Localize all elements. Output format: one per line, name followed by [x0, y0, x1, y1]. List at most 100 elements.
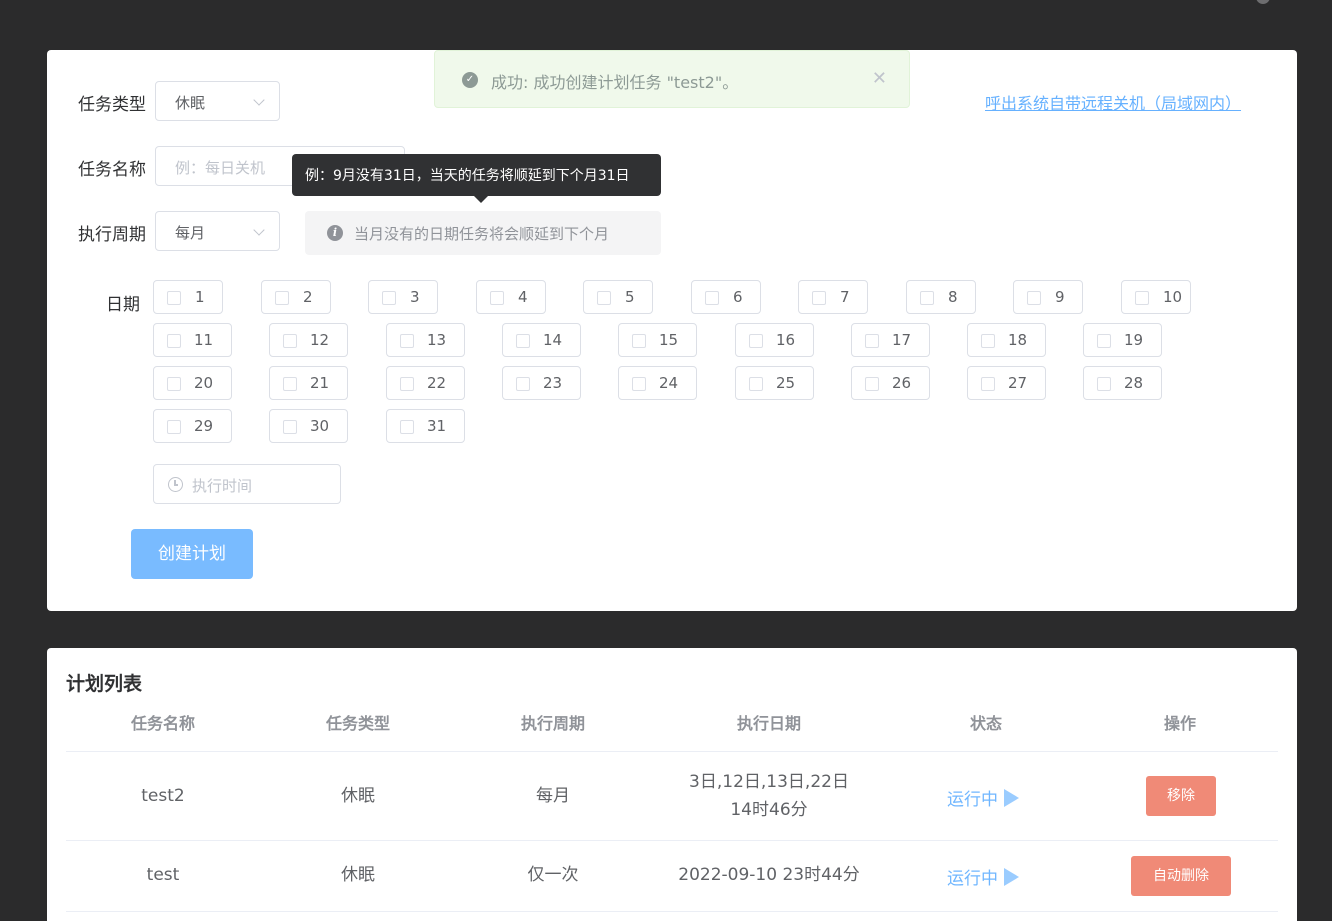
checkbox-square[interactable]: [516, 377, 530, 391]
checkbox-square[interactable]: [167, 334, 181, 348]
checkbox-square[interactable]: [749, 334, 763, 348]
plan-list-title: 计划列表: [66, 673, 143, 695]
date-checkbox-6[interactable]: 6: [691, 280, 761, 314]
date-checkbox-label: 23: [543, 374, 563, 392]
window-control-icon[interactable]: [1256, 0, 1270, 4]
date-checkbox-16[interactable]: 16: [735, 323, 814, 357]
date-checkbox-label: 12: [310, 331, 330, 349]
checkbox-square[interactable]: [1135, 291, 1149, 305]
task-name-placeholder: 例：每日关机: [175, 159, 266, 177]
checkbox-square[interactable]: [920, 291, 934, 305]
info-icon: i: [327, 225, 343, 241]
checkbox-square[interactable]: [490, 291, 504, 305]
period-select[interactable]: 每月: [155, 211, 280, 251]
cell-exec-date-days: 3日,12日,13日,22日: [689, 772, 849, 792]
date-checkbox-11[interactable]: 11: [153, 323, 232, 357]
date-checkbox-21[interactable]: 21: [269, 366, 348, 400]
date-checkbox-26[interactable]: 26: [851, 366, 930, 400]
cell-period: 仅一次: [527, 865, 579, 885]
checkbox-square[interactable]: [400, 420, 414, 434]
checkbox-square[interactable]: [632, 377, 646, 391]
checkbox-square[interactable]: [382, 291, 396, 305]
cell-task-type: 休眠: [341, 865, 375, 885]
checkbox-square[interactable]: [275, 291, 289, 305]
date-checkbox-label: 10: [1163, 288, 1183, 306]
date-checkbox-9[interactable]: 9: [1013, 280, 1083, 314]
success-message: ✓ 成功: 成功创建计划任务 "test2"。 ✕: [434, 50, 910, 108]
checkbox-square[interactable]: [167, 420, 181, 434]
date-checkbox-2[interactable]: 2: [261, 280, 331, 314]
date-checkbox-label: 4: [518, 288, 528, 306]
checkbox-square[interactable]: [981, 377, 995, 391]
create-plan-button[interactable]: 创建计划: [131, 529, 253, 579]
checkbox-square[interactable]: [283, 334, 297, 348]
checkbox-square[interactable]: [167, 291, 181, 305]
remove-button[interactable]: 移除: [1146, 776, 1216, 816]
date-checkbox-24[interactable]: 24: [618, 366, 697, 400]
date-checkbox-30[interactable]: 30: [269, 409, 348, 443]
checkbox-square[interactable]: [400, 377, 414, 391]
date-checkbox-12[interactable]: 12: [269, 323, 348, 357]
checkbox-square[interactable]: [400, 334, 414, 348]
date-checkbox-4[interactable]: 4: [476, 280, 546, 314]
checkbox-square[interactable]: [981, 334, 995, 348]
date-checkbox-1[interactable]: 1: [153, 280, 223, 314]
date-checkbox-17[interactable]: 17: [851, 323, 930, 357]
date-checkbox-14[interactable]: 14: [502, 323, 581, 357]
date-checkbox-15[interactable]: 15: [618, 323, 697, 357]
date-checkbox-label: 13: [427, 331, 447, 349]
cell-period: 每月: [536, 786, 570, 806]
date-checkbox-13[interactable]: 13: [386, 323, 465, 357]
checkbox-square[interactable]: [283, 377, 297, 391]
header-divider: [66, 751, 1278, 752]
header-exec-date: 执行日期: [736, 714, 802, 733]
row-divider: [66, 911, 1278, 912]
checkbox-square[interactable]: [597, 291, 611, 305]
date-checkbox-7[interactable]: 7: [798, 280, 868, 314]
checkbox-square[interactable]: [705, 291, 719, 305]
checkbox-square[interactable]: [865, 334, 879, 348]
date-checkbox-27[interactable]: 27: [967, 366, 1046, 400]
checkbox-square[interactable]: [865, 377, 879, 391]
play-icon: [1004, 789, 1019, 807]
checkbox-square[interactable]: [632, 334, 646, 348]
date-checkbox-23[interactable]: 23: [502, 366, 581, 400]
checkbox-square[interactable]: [167, 377, 181, 391]
date-checkbox-label: 16: [776, 331, 796, 349]
date-checkbox-31[interactable]: 31: [386, 409, 465, 443]
date-checkbox-3[interactable]: 3: [368, 280, 438, 314]
checkbox-square[interactable]: [283, 420, 297, 434]
remote-shutdown-link[interactable]: 呼出系统自带远程关机（局域网内）: [985, 90, 1241, 114]
status-badge: 运行中: [947, 864, 1019, 889]
time-picker-input[interactable]: 执行时间: [153, 464, 341, 504]
date-checkbox-28[interactable]: 28: [1083, 366, 1162, 400]
header-task-name: 任务名称: [130, 714, 196, 733]
checkbox-square[interactable]: [1097, 377, 1111, 391]
plan-list-card: 计划列表 任务名称 任务类型 执行周期 执行日期 状态 操作 test2 休眠 …: [47, 648, 1297, 921]
checkbox-square[interactable]: [812, 291, 826, 305]
date-checkbox-29[interactable]: 29: [153, 409, 232, 443]
auto-delete-button[interactable]: 自动删除: [1131, 856, 1231, 896]
success-message-text: 成功: 成功创建计划任务 "test2"。: [491, 73, 739, 92]
date-checkbox-label: 15: [659, 331, 679, 349]
checkbox-square[interactable]: [516, 334, 530, 348]
cell-task-name: test: [146, 865, 180, 885]
date-checkbox-25[interactable]: 25: [735, 366, 814, 400]
date-checkbox-19[interactable]: 19: [1083, 323, 1162, 357]
checkbox-square[interactable]: [1097, 334, 1111, 348]
close-icon[interactable]: ✕: [872, 68, 887, 89]
date-checkbox-18[interactable]: 18: [967, 323, 1046, 357]
checkbox-square[interactable]: [749, 377, 763, 391]
date-checkbox-label: 27: [1008, 374, 1028, 392]
date-checkbox-22[interactable]: 22: [386, 366, 465, 400]
date-checkbox-label: 22: [427, 374, 447, 392]
date-checkbox-8[interactable]: 8: [906, 280, 976, 314]
date-checkbox-label: 1: [195, 288, 205, 306]
date-checkbox-10[interactable]: 10: [1121, 280, 1191, 314]
task-type-select[interactable]: 休眠: [155, 81, 280, 121]
date-checkbox-20[interactable]: 20: [153, 366, 232, 400]
date-checkbox-5[interactable]: 5: [583, 280, 653, 314]
checkbox-square[interactable]: [1027, 291, 1041, 305]
info-alert-text: 当月没有的日期任务将会顺延到下个月: [354, 225, 610, 243]
date-checkbox-label: 31: [427, 417, 447, 435]
